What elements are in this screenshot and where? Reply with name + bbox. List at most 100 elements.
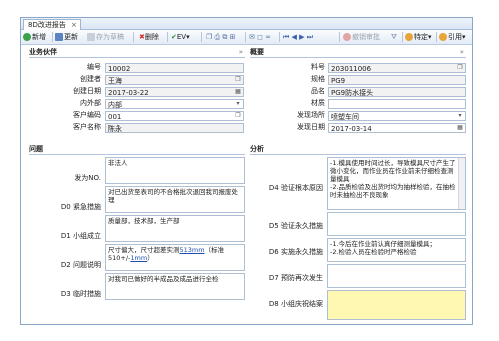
internal-external-value: 内部: [108, 101, 122, 109]
link-icon: ∞: [265, 33, 271, 41]
create-date-field[interactable]: 2017-03-22 ▦: [105, 87, 244, 97]
material-field[interactable]: [328, 99, 466, 109]
tab-8d-report[interactable]: 8D改进报告 ×: [23, 19, 81, 30]
cite-label: 引用▾: [448, 33, 466, 41]
field-label-found-place: 发现场所: [297, 111, 325, 119]
filter-button[interactable]: ⛛: [391, 31, 397, 43]
field-label-material: 材质: [311, 99, 325, 107]
cite-button[interactable]: 引用▾: [439, 31, 466, 43]
d7-textarea[interactable]: [327, 264, 466, 288]
dropdown-icon[interactable]: ▾: [456, 112, 464, 120]
dropdown-icon[interactable]: ▾: [234, 100, 242, 108]
d2-textarea[interactable]: 尺寸偏大，尺寸超差实测513mm（标准510+/-1mm）: [105, 244, 245, 271]
withdraw-approval-button[interactable]: 撤销审批: [343, 31, 380, 43]
partner-section-header[interactable]: 业务伙伴 »: [29, 48, 245, 58]
new-button[interactable]: 新增: [23, 31, 46, 43]
report-no-textarea[interactable]: 非法人: [105, 157, 245, 184]
d6-textarea[interactable]: -1.今后在作业前认真仔细测量模具； -2.检验人员在检验时严格检验: [327, 238, 466, 262]
calendar-icon[interactable]: ▦: [456, 124, 464, 132]
d4-scrollbar[interactable]: [458, 158, 465, 209]
separator: [201, 32, 202, 42]
specific-button[interactable]: 特定▾: [405, 31, 432, 43]
d5-textarea[interactable]: [327, 212, 466, 236]
found-date-field[interactable]: 2017-03-14 ▦: [328, 123, 466, 133]
prev-icon: ◀: [291, 33, 297, 41]
overview-section-header[interactable]: 概要 »: [250, 48, 466, 58]
comment-icon-group[interactable]: ✉ ◻ ∞: [249, 31, 271, 43]
problem-section-title: 问题: [29, 145, 43, 153]
delete-label: 删除: [144, 33, 159, 41]
customer-code-field[interactable]: 001 ❐: [105, 111, 244, 121]
field-label-d2: D2 问题说明: [60, 261, 101, 269]
field-label-creator: 创建者: [80, 75, 101, 83]
print-icon: ⎙: [214, 33, 221, 41]
filter-icon: ⛛: [391, 33, 397, 41]
field-label-customer-name: 客户名称: [73, 123, 101, 131]
d4-textarea[interactable]: -1.模具使用时间过长，导致模具尺寸产生了微小变化，而作业员在作业前未仔细检查测…: [327, 157, 466, 210]
separator: [436, 32, 437, 42]
close-icon[interactable]: ×: [71, 20, 77, 30]
first-icon: ⏮: [283, 33, 290, 41]
d1-textarea[interactable]: 质量部，技术部，生产部: [105, 215, 245, 242]
separator: [339, 32, 340, 42]
lookup-icon[interactable]: ❐: [234, 76, 242, 84]
customer-name-field[interactable]: 陈永: [105, 123, 244, 133]
ev-button[interactable]: ✔EV▾: [171, 31, 190, 43]
toolbar: 新增 更新 存为草稿 ✖删除 ✔EV▾ ❐ ⎙ ⧉ ⊞ ✉ ◻ ∞ ⏮ ◀ ▶ …: [21, 30, 472, 45]
lookup-icon[interactable]: ❐: [456, 64, 464, 72]
d4-text: -1.模具使用时间过长，导致模具尺寸产生了微小变化，而作业员在作业前未仔细检查测…: [330, 159, 456, 199]
separator: [52, 32, 53, 42]
field-label-internal-external: 内外部: [80, 99, 101, 107]
found-date-value: 2017-03-14: [331, 125, 372, 133]
d2-text-underlined-2: 1mm: [130, 254, 148, 262]
field-label-d5: D5 验证永久措施: [268, 222, 323, 230]
separator: [167, 32, 168, 42]
collapse-icon[interactable]: »: [239, 48, 243, 57]
field-label-d0: D0 紧急措施: [60, 203, 101, 211]
internal-external-select[interactable]: 内部 ▾: [105, 99, 244, 109]
field-label-create-date: 创建日期: [73, 87, 101, 95]
export-icon: ⊞: [229, 33, 236, 41]
copy-icon: ❐: [206, 33, 213, 41]
part-number-field[interactable]: 203011006 ❐: [328, 63, 466, 73]
analysis-section-header: 分析: [250, 145, 466, 155]
creator-value: 王海: [108, 77, 122, 85]
refresh-button[interactable]: 更新: [55, 31, 78, 43]
field-label-report-no: 发为NO.: [74, 174, 101, 182]
collapse-icon[interactable]: »: [460, 48, 464, 57]
d3-textarea[interactable]: 对我司已做好的半成品及成品进行全检: [105, 273, 245, 300]
separator: [133, 32, 134, 42]
save-draft-button[interactable]: 存为草稿: [87, 31, 124, 43]
d8-textarea[interactable]: [327, 290, 466, 320]
field-label-d7: D7 预防再次发生: [268, 274, 323, 282]
number-field[interactable]: 10002: [105, 63, 244, 73]
field-label-customer-code: 客户编码: [73, 111, 101, 119]
create-date-value: 2017-03-22: [108, 89, 149, 97]
field-label-number: 编号: [87, 63, 101, 71]
doc-icon-group[interactable]: ❐ ⎙ ⧉ ⊞: [206, 31, 235, 43]
separator: [402, 32, 403, 42]
spec-field[interactable]: PG9: [328, 75, 466, 85]
field-label-found-date: 发现日期: [297, 123, 325, 131]
d0-textarea[interactable]: 对已出货至表司的不合格批次退回我司报废处理: [105, 186, 245, 213]
d2-text-a: 尺寸偏大，尺寸超差实测: [108, 246, 180, 254]
found-place-select[interactable]: 喷塑车间 ▾: [328, 111, 466, 121]
record-navigation[interactable]: ⏮ ◀ ▶ ⏭: [283, 31, 313, 43]
next-icon: ▶: [299, 33, 305, 41]
last-icon: ⏭: [306, 33, 314, 41]
overview-section-title: 概要: [250, 48, 264, 56]
calendar-icon[interactable]: ▦: [234, 88, 242, 96]
partner-section-title: 业务伙伴: [29, 48, 57, 56]
tab-title: 8D改进报告: [28, 21, 66, 29]
refresh-icon: [55, 33, 63, 41]
lookup-icon[interactable]: ❐: [234, 112, 242, 120]
add-icon: [23, 33, 31, 41]
cite-icon: [439, 33, 447, 41]
report-window: 8D改进报告 × 新增 更新 存为草稿 ✖删除 ✔EV▾ ❐ ⎙ ⧉ ⊞ ✉ ◻…: [20, 17, 473, 325]
product-name-field[interactable]: PG9防水接头: [328, 87, 466, 97]
field-label-d6: D6 实施永久措施: [268, 248, 323, 256]
field-label-part-number: 料号: [311, 63, 325, 71]
creator-field[interactable]: 王海 ❐: [105, 75, 244, 85]
delete-button[interactable]: ✖删除: [139, 31, 159, 43]
specific-label: 特定▾: [414, 33, 432, 41]
